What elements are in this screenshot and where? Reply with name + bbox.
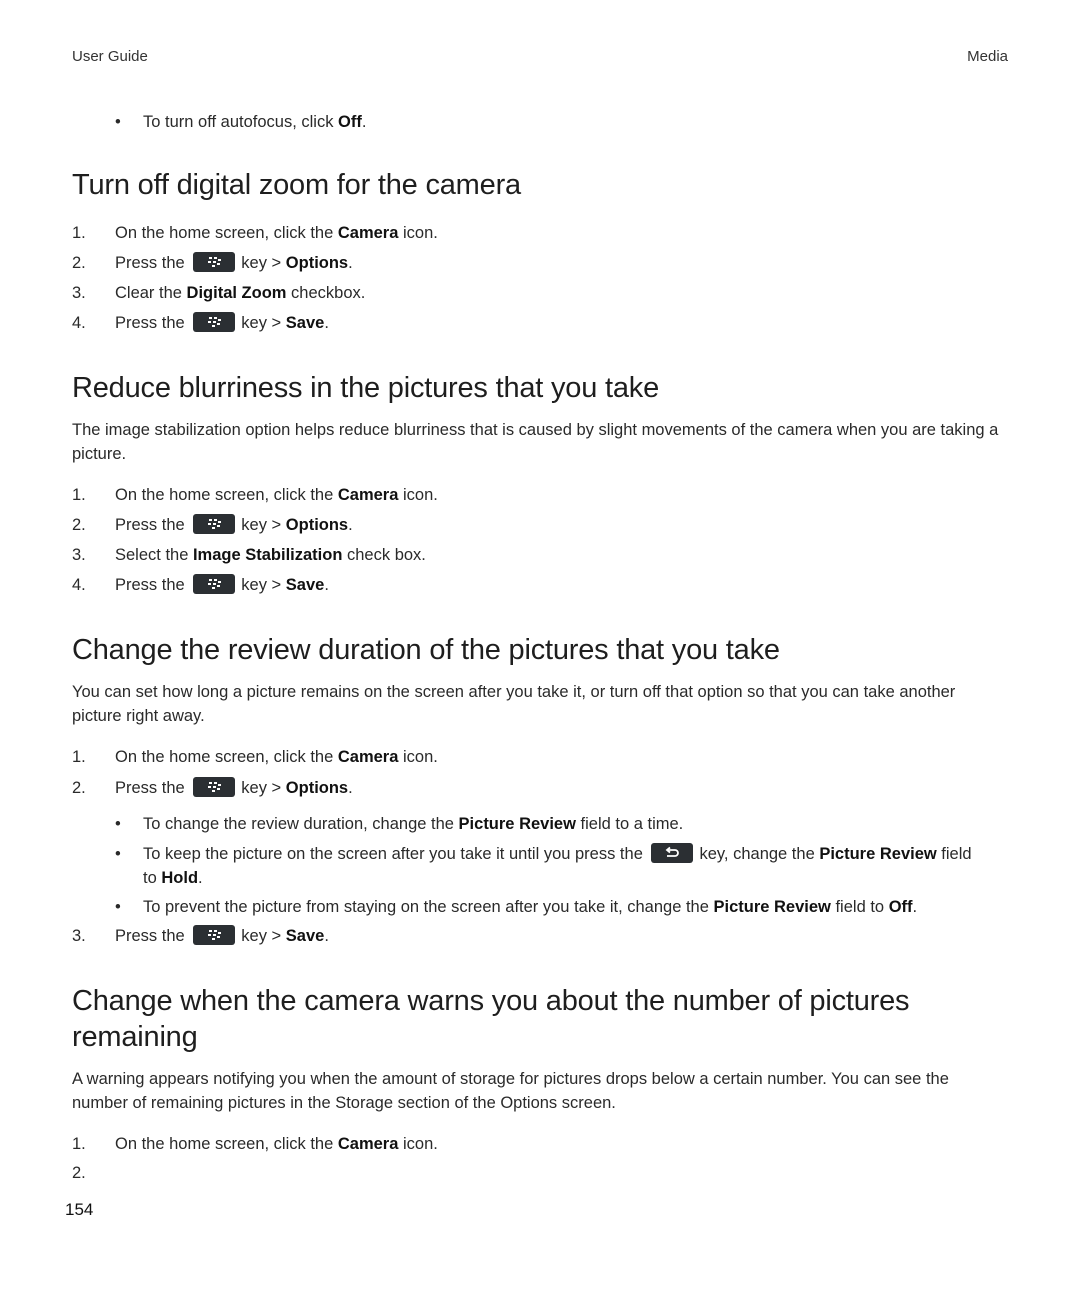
escape-key-icon [651, 842, 694, 863]
section-intro: A warning appears notifying you when the… [72, 1070, 949, 1112]
menu-key-icon [193, 573, 236, 594]
bullet-dot: • [115, 815, 121, 833]
step-item: 2. Press the key > Options. [72, 513, 353, 537]
page-number: 154 [65, 1200, 94, 1219]
bullet-dot: • [115, 845, 121, 863]
menu-key-icon [193, 513, 236, 534]
running-header-right: Media [967, 48, 1008, 65]
step-item: 4. Press the key > Save. [72, 311, 329, 335]
bullet-item: • To prevent the picture from staying on… [115, 895, 917, 919]
running-header-left: User Guide [72, 48, 148, 65]
section-title: Change the review duration of the pictur… [72, 634, 780, 666]
step-item: 3. Clear the Digital Zoom checkbox. [72, 284, 366, 302]
section-intro: The image stabilization option helps red… [72, 421, 999, 463]
step-item: 3. Press the key > Save. [72, 924, 329, 948]
menu-key-icon [193, 311, 236, 332]
step-item: 2. Press the key > Options. [72, 776, 353, 800]
step-item: 1. On the home screen, click the Camera i… [72, 224, 438, 242]
step-item: 4. Press the key > Save. [72, 573, 329, 597]
step-item: 2. [72, 1164, 86, 1182]
bullet-item: • To turn off autofocus, click Off. [115, 110, 366, 134]
bullet-item: • To change the review duration, change … [115, 812, 683, 836]
menu-key-icon [193, 776, 236, 797]
menu-key-icon [193, 924, 236, 945]
bullet-item: • To keep the picture on the screen afte… [115, 842, 1013, 890]
bullet-dot: • [115, 898, 121, 916]
section-title: Turn off digital zoom for the camera [72, 169, 521, 201]
step-item: 2. Press the key > Options. [72, 251, 353, 275]
step-item: 1. On the home screen, click the Camera i… [72, 748, 438, 766]
step-item: 1. On the home screen, click the Camera i… [72, 1135, 438, 1153]
step-item: 3. Select the Image Stabilization check b… [72, 546, 426, 564]
menu-key-icon [193, 251, 236, 272]
section-intro: You can set how long a picture remains o… [72, 683, 956, 725]
bullet-dot: • [115, 113, 121, 131]
step-item: 1. On the home screen, click the Camera i… [72, 486, 438, 504]
section-title: Change when the camera warns you about t… [72, 985, 910, 1053]
section-title: Reduce blurriness in the pictures that y… [72, 372, 660, 404]
